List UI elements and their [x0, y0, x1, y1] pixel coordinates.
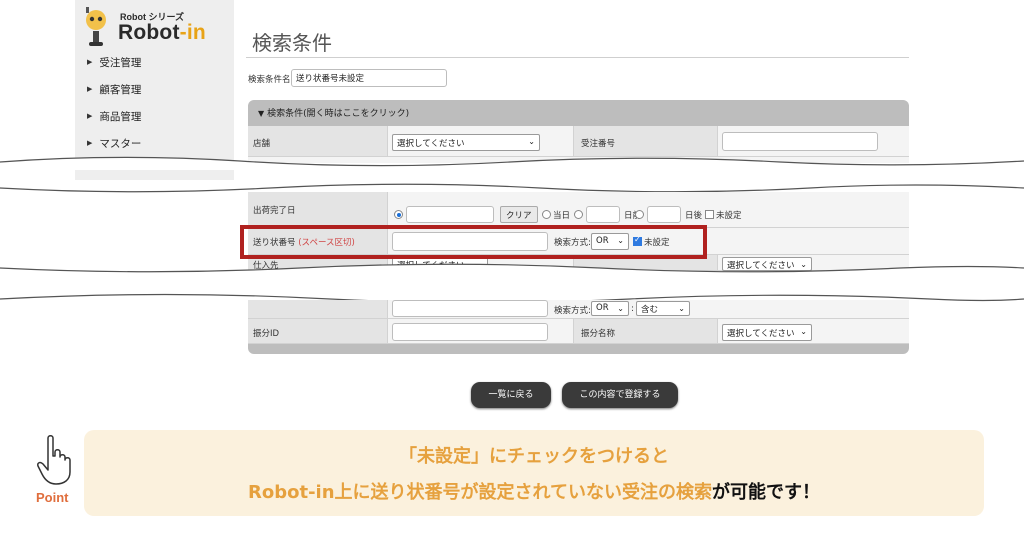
allocation-id-label: 振分ID [253, 329, 280, 339]
form-row-partial: 検索方式: OR ⌄ : 含む ⌄ [248, 300, 909, 319]
register-button[interactable]: この内容で登録する [562, 382, 678, 408]
form-row-ship-done: 出荷完了日 クリア 当日 日前 日後 未設定 [248, 192, 909, 228]
allocation-name-select[interactable]: 選択してください ⌄ [722, 324, 812, 341]
form-row-store: 店舗 選択してください ⌄ 受注番号 [248, 126, 909, 157]
days-before-input[interactable] [586, 206, 620, 223]
panel-footer [248, 344, 909, 354]
order-number-label: 受注番号 [581, 139, 616, 149]
highlight-box [240, 225, 707, 259]
order-number-input[interactable] [722, 132, 878, 151]
search-condition-panel-header[interactable]: ▼ 検索条件(開く時はここをクリック) [248, 100, 909, 126]
days-before-radio[interactable] [574, 210, 583, 219]
allocation-id-input[interactable] [392, 323, 548, 341]
triangle-right-icon: ▶ [87, 112, 93, 120]
ship-unset-checkbox[interactable] [705, 210, 714, 219]
cut-line-top [0, 156, 1024, 170]
days-after-input[interactable] [647, 206, 681, 223]
sidebar: Robot シリーズ Robot-in ▶ 受注管理 ▶ 顧客管理 ▶ 商品管理 ▶ マ… [75, 0, 234, 180]
pointing-hand-icon [37, 435, 71, 485]
clear-button[interactable]: クリア [500, 206, 538, 223]
sidebar-nav: ▶ 受注管理 ▶ 顧客管理 ▶ 商品管理 ▶ マスター [87, 55, 141, 163]
cut-line-top-2 [0, 263, 1024, 278]
point-text-line2: Robot-in上に送り状番号が設定されていない受注の検索が可能です！ [248, 482, 820, 503]
point-text-line1: 「未設定」にチェックをつけると [399, 446, 669, 467]
ship-done-label: 出荷完了日 [253, 206, 296, 216]
date-mode-radio[interactable] [394, 210, 403, 219]
sidebar-item-products[interactable]: ▶ 商品管理 [87, 109, 141, 136]
form-table-bottom: 検索方式: OR ⌄ : 含む ⌄ 振分ID 振分名称 選択してください ⌄ [248, 300, 909, 344]
condition-name-label: 検索条件名 [248, 75, 291, 85]
chevron-down-icon: ⌄ [800, 327, 807, 336]
robot-in-logo[interactable]: Robot シリーズ Robot-in [80, 4, 230, 48]
robot-mascot-icon [86, 7, 106, 46]
store-label: 店舗 [253, 139, 271, 149]
back-to-list-button[interactable]: 一覧に戻る [471, 382, 551, 408]
sidebar-item-customers[interactable]: ▶ 顧客管理 [87, 82, 141, 109]
today-radio[interactable] [542, 210, 551, 219]
sidebar-item-orders[interactable]: ▶ 受注管理 [87, 55, 141, 82]
point-label: Point [36, 490, 69, 505]
store-select[interactable]: 選択してください ⌄ [392, 134, 540, 151]
point-callout: 「未設定」にチェックをつけると Robot-in上に送り状番号が設定されていない… [84, 430, 984, 516]
form-table-top: 店舗 選択してください ⌄ 受注番号 [248, 126, 909, 157]
triangle-down-icon: ▼ [258, 109, 265, 118]
ship-done-date-input[interactable] [406, 206, 494, 223]
triangle-right-icon: ▶ [87, 139, 93, 147]
logo-title: Robot-in [118, 21, 206, 44]
condition-name-input[interactable]: 送り状番号未設定 [291, 69, 447, 87]
form-row-allocation: 振分ID 振分名称 選択してください ⌄ [248, 319, 909, 344]
title-divider [246, 57, 909, 58]
chevron-down-icon: ⌄ [528, 137, 535, 146]
form-table-middle: 出荷完了日 クリア 当日 日前 日後 未設定 [248, 192, 909, 228]
triangle-right-icon: ▶ [87, 58, 93, 66]
allocation-name-label: 振分名称 [581, 329, 616, 339]
page-title: 検索条件 [252, 31, 332, 55]
match-type-select[interactable]: 含む ⌄ [636, 301, 690, 316]
triangle-right-icon: ▶ [87, 85, 93, 93]
